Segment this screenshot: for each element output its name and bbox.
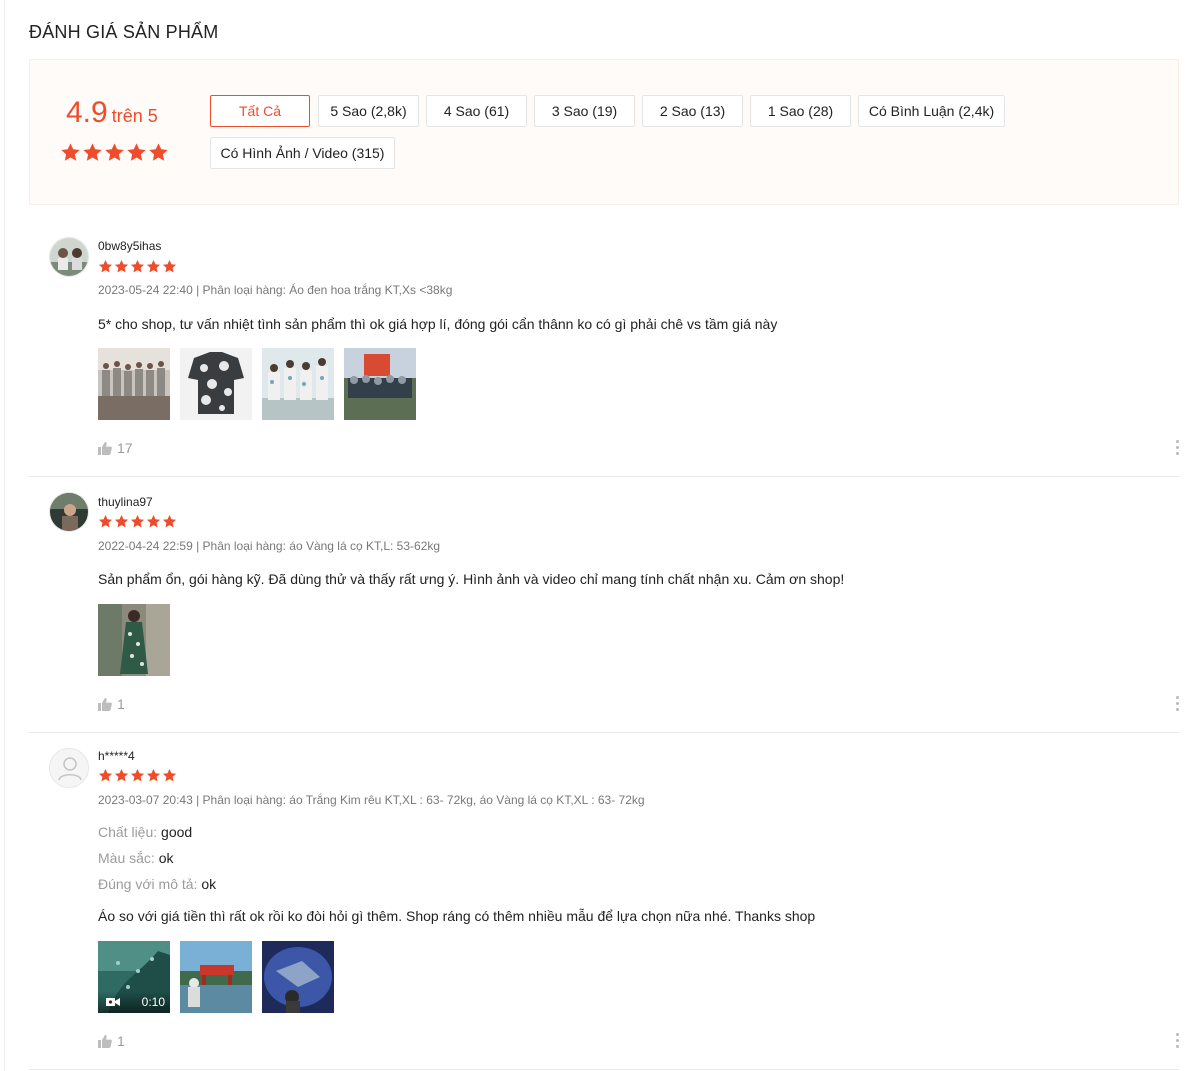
attribute-label: Đúng với mô tả: [98, 876, 198, 892]
review-text: Sản phẩm ổn, gói hàng kỹ. Đã dùng thử và… [98, 571, 845, 587]
thumbs-up-icon [98, 1034, 112, 1048]
like-count: 1 [117, 696, 125, 712]
star-icon [114, 259, 129, 273]
average-score: 4.9 trên 5 [66, 96, 158, 130]
star-icon [146, 259, 161, 273]
star-icon [146, 514, 161, 528]
review-item: h*****4 2023-03-07 20:43 | Phân loại hàn… [29, 733, 1179, 1070]
like-button[interactable]: 1 [98, 696, 125, 712]
star-icon [98, 768, 113, 782]
review-image[interactable] [262, 348, 334, 420]
star-icon [162, 259, 177, 273]
review-image[interactable] [98, 604, 170, 676]
video-camera-icon [106, 998, 120, 1006]
review-meta: 2023-03-07 20:43 | Phân loại hàng: áo Tr… [98, 793, 645, 807]
review-meta: 2022-04-24 22:59 | Phân loại hàng: áo Và… [98, 539, 441, 553]
filter-with-comment-button[interactable]: Có Bình Luận (2,4k) [858, 95, 1005, 127]
attribute-value: ok [201, 876, 217, 892]
section-title: ĐÁNH GIÁ SẢN PHẨM [29, 22, 219, 42]
star-icon [114, 768, 129, 782]
review-attribute: Chất liệu: good [98, 824, 192, 840]
star-icon [149, 143, 168, 161]
video-duration: 0:10 [141, 995, 165, 1009]
filter-3-star-button[interactable]: 3 Sao (19) [534, 95, 635, 127]
avatar[interactable] [49, 492, 89, 532]
star-icon [98, 259, 113, 273]
review-image[interactable] [98, 348, 170, 420]
review-stars [98, 259, 177, 274]
review-meta: 2023-05-24 22:40 | Phân loại hàng: Áo đe… [98, 283, 453, 297]
review-image[interactable] [344, 348, 416, 420]
filter-1-star-button[interactable]: 1 Sao (28) [750, 95, 851, 127]
review-item: 0bw8y5ihas 2023-05-24 22:40 | Phân loại … [29, 222, 1179, 477]
rating-overview: 4.9 trên 5 Tất Cả 5 Sao (2,8k) 4 Sao (61)… [29, 59, 1179, 205]
review-author: 0bw8y5ihas [98, 239, 162, 253]
review-media [98, 604, 170, 676]
star-icon [61, 143, 80, 161]
review-author: h*****4 [98, 749, 135, 763]
like-count: 1 [117, 1033, 125, 1049]
review-stars [98, 768, 177, 783]
review-attribute: Màu sắc: ok [98, 850, 174, 866]
like-count: 17 [117, 440, 133, 456]
review-image[interactable] [262, 941, 334, 1013]
review-author: thuylina97 [98, 495, 153, 509]
average-stars [60, 142, 169, 163]
attribute-value: ok [158, 850, 174, 866]
review-video[interactable]: 0:10 [98, 941, 170, 1013]
star-icon [146, 768, 161, 782]
star-icon [127, 143, 146, 161]
more-options-icon[interactable] [1175, 696, 1179, 711]
star-icon [98, 514, 113, 528]
star-icon [130, 514, 145, 528]
score-suffix: trên 5 [111, 106, 158, 126]
review-stars [98, 514, 177, 529]
more-options-icon[interactable] [1175, 1033, 1179, 1048]
star-icon [130, 768, 145, 782]
thumbs-up-icon [98, 441, 112, 455]
like-button[interactable]: 17 [98, 440, 133, 456]
review-media: 0:10 [98, 941, 334, 1013]
thumbs-up-icon [98, 697, 112, 711]
review-attribute: Đúng với mô tả: ok [98, 876, 216, 892]
more-options-icon[interactable] [1175, 440, 1179, 455]
avatar[interactable] [49, 237, 89, 277]
like-button[interactable]: 1 [98, 1033, 125, 1049]
review-item: thuylina97 2022-04-24 22:59 | Phân loại … [29, 477, 1179, 733]
avatar[interactable] [49, 748, 89, 788]
filter-4-star-button[interactable]: 4 Sao (61) [426, 95, 527, 127]
filter-with-media-button[interactable]: Có Hình Ảnh / Video (315) [210, 137, 395, 169]
attribute-value: good [161, 824, 193, 840]
filter-5-star-button[interactable]: 5 Sao (2,8k) [318, 95, 419, 127]
attribute-label: Màu sắc: [98, 850, 155, 866]
star-icon [130, 259, 145, 273]
star-icon [162, 768, 177, 782]
review-image[interactable] [180, 941, 252, 1013]
score-value: 4.9 [66, 96, 108, 129]
review-text: 5* cho shop, tư vấn nhiệt tình sản phẩm … [98, 316, 778, 332]
filter-2-star-button[interactable]: 2 Sao (13) [642, 95, 743, 127]
page-left-border [4, 0, 5, 1071]
review-media [98, 348, 416, 420]
filter-all-button[interactable]: Tất Cả [210, 95, 310, 127]
star-icon [105, 143, 124, 161]
default-user-icon [50, 749, 88, 787]
video-badge: 0:10 [98, 991, 170, 1013]
star-icon [114, 514, 129, 528]
review-image[interactable] [180, 348, 252, 420]
review-text: Áo so với giá tiền thì rất ok rồi ko đòi… [98, 908, 816, 924]
star-icon [83, 143, 102, 161]
attribute-label: Chất liệu: [98, 824, 158, 840]
star-icon [162, 514, 177, 528]
